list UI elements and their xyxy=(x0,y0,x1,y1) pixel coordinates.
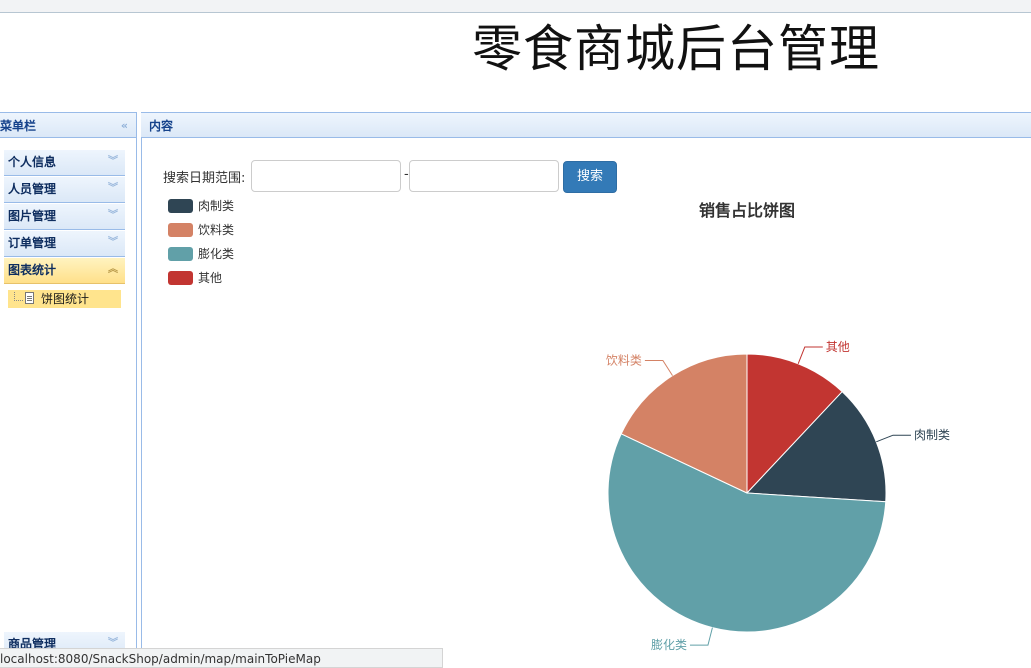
legend-label[interactable]: 膨化类 xyxy=(198,247,234,261)
legend-swatch[interactable] xyxy=(168,247,193,261)
legend-label[interactable]: 其他 xyxy=(198,271,222,285)
pie-label-line xyxy=(689,627,713,646)
legend-label[interactable]: 肉制类 xyxy=(198,199,234,213)
chart-title: 销售占比饼图 xyxy=(699,201,795,220)
pie-label: 其他 xyxy=(826,340,850,354)
legend-swatch[interactable] xyxy=(168,271,193,285)
pie-label: 饮料类 xyxy=(606,353,642,367)
pie-label-line xyxy=(797,346,823,364)
legend-label[interactable]: 饮料类 xyxy=(198,223,234,237)
pie-chart: 销售占比饼图 肉制类饮料类膨化类其他 其他肉制类膨化类饮料类 xyxy=(168,199,950,652)
pie-label: 肉制类 xyxy=(914,428,950,442)
pie-label-line xyxy=(876,434,911,443)
pie-label: 膨化类 xyxy=(651,638,687,652)
legend-swatch[interactable] xyxy=(168,199,193,213)
status-bar-url: localhost:8080/SnackShop/admin/map/mainT… xyxy=(0,648,443,668)
pie-label-line xyxy=(644,359,673,376)
legend-swatch[interactable] xyxy=(168,223,193,237)
